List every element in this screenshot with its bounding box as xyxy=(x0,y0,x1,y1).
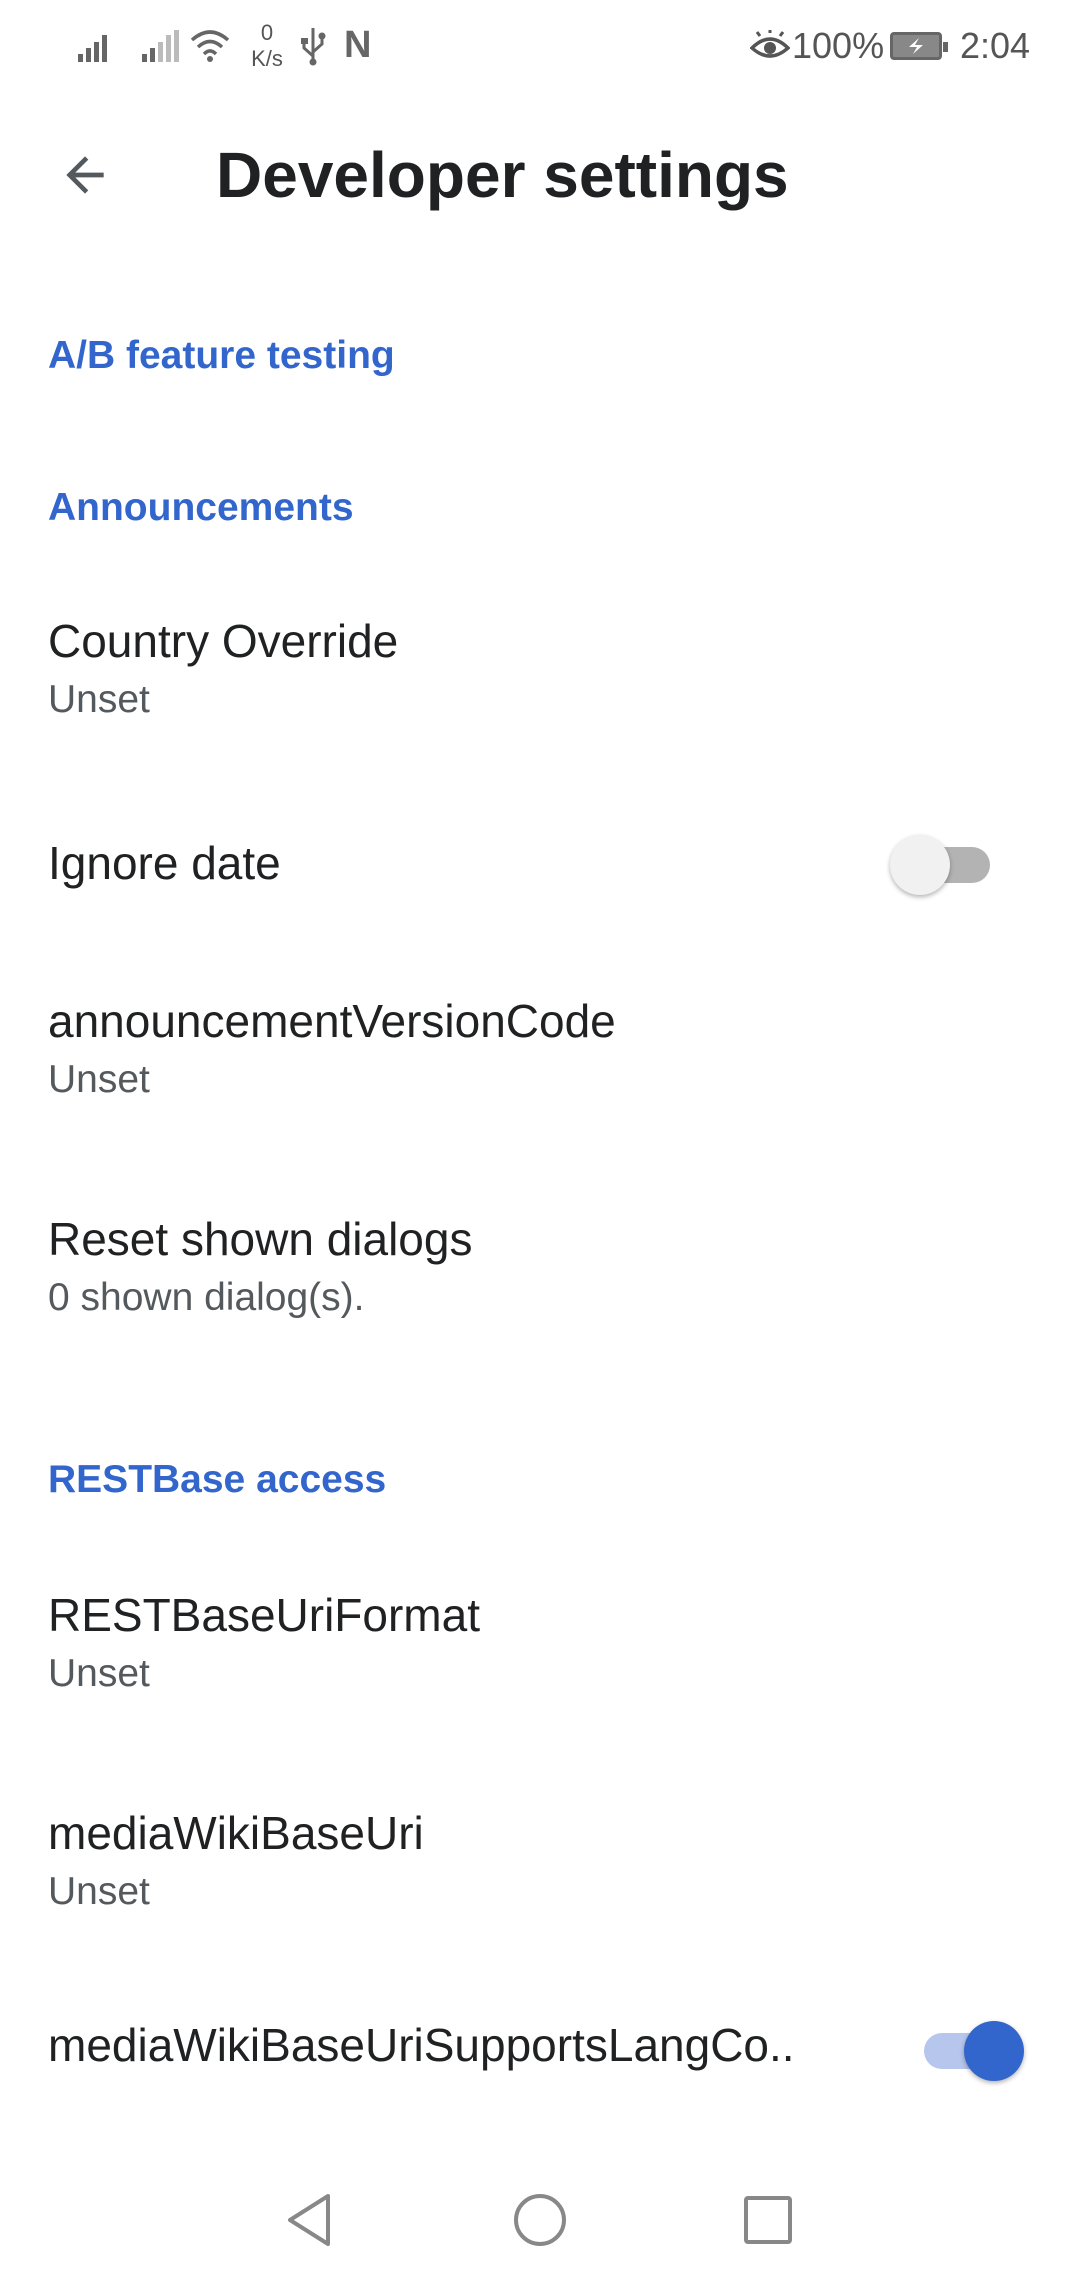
pref-summary: Unset xyxy=(48,1870,150,1913)
pref-title: Reset shown dialogs xyxy=(48,1213,473,1265)
arrow-back-icon xyxy=(66,156,104,194)
section-header-ab-testing[interactable]: A/B feature testing xyxy=(48,334,395,378)
section-header-restbase: RESTBase access xyxy=(48,1458,387,1501)
cell-signal-roaming-icon xyxy=(142,30,184,62)
net-speed: 0 K/s xyxy=(246,20,288,72)
pref-ignore-date[interactable]: Ignore date xyxy=(0,800,1080,930)
nav-back-button[interactable] xyxy=(260,2170,360,2270)
battery-percent: 100% xyxy=(792,25,885,66)
pref-reset-shown-dialogs[interactable]: Reset shown dialogs 0 shown dialog(s). xyxy=(0,1178,1080,1348)
circle-home-icon xyxy=(514,2194,566,2246)
nav-recents-button[interactable] xyxy=(718,2170,818,2270)
pref-announcement-version-code[interactable]: announcementVersionCode Unset xyxy=(0,960,1080,1130)
ignore-date-switch[interactable] xyxy=(890,830,1000,895)
battery-icon xyxy=(890,32,948,60)
cell-signal-icon xyxy=(78,30,112,62)
pref-summary: 0 shown dialog(s). xyxy=(48,1276,365,1319)
pref-summary: Unset xyxy=(48,678,150,721)
pref-title: RESTBaseUriFormat xyxy=(48,1589,480,1641)
pref-title: mediaWikiBaseUri xyxy=(48,1807,424,1859)
pref-title: mediaWikiBaseUriSupportsLangCo.. xyxy=(48,2019,795,2071)
triangle-back-icon xyxy=(288,2194,330,2246)
net-speed-value: 0 xyxy=(260,20,274,45)
status-bar: 0 K/s N 100% 2:04 xyxy=(0,0,1080,92)
system-nav-bar xyxy=(0,2150,1080,2280)
toolbar: Developer settings xyxy=(0,92,1080,266)
net-speed-unit: K/s xyxy=(251,46,283,71)
pref-title: Country Override xyxy=(48,615,399,667)
pref-title: Ignore date xyxy=(48,837,281,889)
mediawiki-supports-lang-switch[interactable] xyxy=(914,2016,1024,2081)
square-recents-icon xyxy=(744,2196,792,2244)
pref-mediawiki-supports-lang[interactable]: mediaWikiBaseUriSupportsLangCo.. xyxy=(0,1990,1080,2120)
section-header-announcements: Announcements xyxy=(48,486,354,529)
back-button[interactable] xyxy=(42,132,128,218)
pref-summary: Unset xyxy=(48,1652,150,1695)
pref-restbase-uri-format[interactable]: RESTBaseUriFormat Unset xyxy=(0,1554,1080,1724)
pref-country-override[interactable]: Country Override Unset xyxy=(0,580,1080,750)
eye-comfort-icon xyxy=(750,30,790,58)
wifi-icon xyxy=(190,30,230,62)
nav-home-button[interactable] xyxy=(490,2170,590,2270)
nfc-icon: N xyxy=(344,24,372,66)
clock: 2:04 xyxy=(960,25,1031,66)
switch-thumb xyxy=(964,2021,1024,2081)
pref-title: announcementVersionCode xyxy=(48,995,616,1047)
pref-summary: Unset xyxy=(48,1058,150,1101)
pref-mediawiki-base-uri[interactable]: mediaWikiBaseUri Unset xyxy=(0,1772,1080,1942)
usb-icon xyxy=(301,28,326,66)
switch-thumb xyxy=(890,835,950,895)
page-title: Developer settings xyxy=(216,139,789,211)
